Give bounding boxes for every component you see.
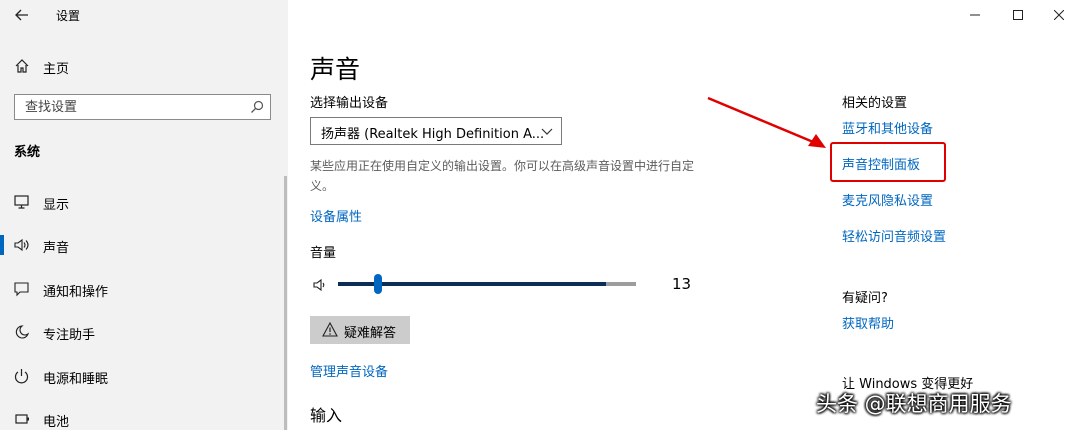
sidebar-item-label: 通知和操作 xyxy=(43,285,109,300)
input-heading: 输入 xyxy=(310,406,343,425)
notification-icon xyxy=(14,282,29,297)
output-description: 某些应用正在使用自定义的输出设置。你可以在高级声音设置中进行自定义。 xyxy=(310,159,695,193)
microphone-privacy-link[interactable]: 麦克风隐私设置 xyxy=(842,190,933,209)
volume-slider[interactable] xyxy=(338,274,636,294)
maximize-icon xyxy=(1013,10,1023,20)
sidebar-item-battery[interactable]: 电池 xyxy=(0,401,288,437)
home-icon xyxy=(15,59,29,73)
power-icon xyxy=(14,369,29,384)
sidebar-item-sound[interactable]: 声音 xyxy=(0,227,288,263)
output-device-label: 选择输出设备 xyxy=(310,96,389,111)
page-title: 声音 xyxy=(310,55,361,84)
search-icon[interactable] xyxy=(250,100,264,114)
sidebar-item-label: 主页 xyxy=(43,62,70,77)
sidebar-item-label: 专注助手 xyxy=(43,328,96,343)
app-title: 设置 xyxy=(56,9,81,23)
volume-label: 音量 xyxy=(310,246,337,261)
monitor-icon xyxy=(14,195,29,209)
sidebar-item-home[interactable]: 主页 xyxy=(0,52,288,80)
highlight-box xyxy=(830,142,946,182)
chevron-down-icon xyxy=(541,128,553,135)
sidebar-item-label: 显示 xyxy=(43,198,70,213)
sidebar-item-focus-assist[interactable]: 专注助手 xyxy=(0,314,288,350)
speaker-icon[interactable] xyxy=(313,278,329,292)
minimize-icon xyxy=(970,14,980,16)
troubleshoot-label: 疑难解答 xyxy=(344,326,397,341)
questions-title: 有疑问? xyxy=(842,291,888,306)
device-properties-link[interactable]: 设备属性 xyxy=(310,206,362,225)
sidebar: 设置 主页 系统 显示 声音 通知和操作 专注助手 电源和睡眠 电池 xyxy=(0,0,288,430)
sidebar-item-label: 电源和睡眠 xyxy=(43,372,109,387)
sidebar-item-label: 电池 xyxy=(43,415,70,430)
output-device-select[interactable]: 扬声器 (Realtek High Definition A... xyxy=(310,117,562,145)
sidebar-item-label: 声音 xyxy=(43,241,70,256)
sidebar-item-display[interactable]: 显示 xyxy=(0,184,288,220)
warning-icon xyxy=(322,322,338,337)
battery-icon xyxy=(15,414,29,424)
annotation-arrow-icon xyxy=(707,96,826,148)
related-settings-title: 相关的设置 xyxy=(842,96,908,111)
watermark: 头条 @联想商用服务 xyxy=(816,392,1012,416)
troubleshoot-button[interactable]: 疑难解答 xyxy=(310,316,410,344)
sidebar-scrollbar[interactable] xyxy=(284,176,287,430)
volume-slider-thumb[interactable] xyxy=(374,274,382,294)
back-button[interactable] xyxy=(10,4,34,26)
sidebar-item-notifications[interactable]: 通知和操作 xyxy=(0,271,288,307)
speaker-icon xyxy=(14,238,29,252)
minimize-button[interactable] xyxy=(960,4,990,26)
maximize-button[interactable] xyxy=(1003,4,1033,26)
manage-sound-devices-link[interactable]: 管理声音设备 xyxy=(310,361,388,380)
search-input[interactable] xyxy=(15,95,250,119)
volume-value: 13 xyxy=(672,275,692,293)
close-button[interactable] xyxy=(1044,4,1074,26)
bluetooth-devices-link[interactable]: 蓝牙和其他设备 xyxy=(842,118,933,137)
ease-of-access-audio-link[interactable]: 轻松访问音频设置 xyxy=(842,226,946,245)
back-arrow-icon xyxy=(15,9,28,21)
close-icon xyxy=(1054,10,1064,20)
active-indicator xyxy=(0,235,4,255)
title-bar: 设置 xyxy=(0,0,288,30)
sidebar-item-power[interactable]: 电源和睡眠 xyxy=(0,358,288,394)
get-help-link[interactable]: 获取帮助 xyxy=(842,313,894,332)
section-label: 系统 xyxy=(14,145,41,160)
output-device-value: 扬声器 (Realtek High Definition A... xyxy=(321,127,545,142)
search-box[interactable] xyxy=(14,94,271,120)
moon-icon xyxy=(15,325,30,339)
